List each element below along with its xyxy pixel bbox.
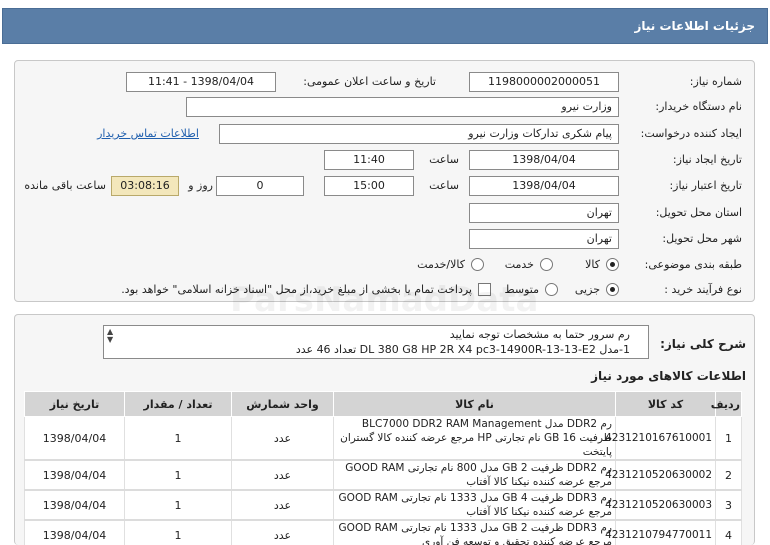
items-table: ردیف کد کالا نام کالا واحد شمارش تعداد /… — [24, 391, 742, 545]
validity-date-field[interactable]: 1398/04/04 — [469, 176, 619, 196]
need-number-field[interactable]: 1198000002000051 — [469, 72, 619, 92]
item-code: 4231210520630003 — [605, 489, 716, 521]
process-medium-label: متوسط — [504, 283, 539, 296]
category-goods-radio[interactable] — [606, 258, 619, 271]
item-unit: عدد — [231, 416, 334, 461]
items-table-header: ردیف کد کالا نام کالا واحد شمارش تعداد /… — [24, 391, 742, 417]
row-number: 4 — [715, 519, 742, 545]
item-date: 1398/04/04 — [24, 519, 125, 545]
table-row[interactable]: 2 4231210520630002 رم DDR2 ظرفیت 2 GB مد… — [24, 459, 742, 491]
item-unit: عدد — [231, 489, 334, 521]
category-label: طبقه بندی موضوعی: — [644, 258, 742, 271]
item-code: 4231210794770011 — [605, 519, 716, 545]
summary-textarea[interactable]: رم سرور حتما به مشخصات توجه نمایید 1-مدل… — [103, 325, 649, 359]
category-both-radio[interactable] — [471, 258, 484, 271]
city-label: شهر محل تحویل: — [662, 232, 742, 245]
process-partial-label: جزیی — [574, 283, 600, 296]
validity-date-label: تاریخ اعتبار نیاز: — [669, 179, 742, 192]
buyer-org-label: نام دستگاه خریدار: — [655, 100, 742, 113]
category-service-label: خدمت — [504, 258, 534, 271]
table-row[interactable]: 3 4231210520630003 رم DDR3 ظرفیت 4 GB مد… — [24, 489, 742, 521]
item-name: رم DDR2 ظرفیت 2 GB مدل 800 نام تجارتی GO… — [333, 459, 616, 491]
scroll-arrows-icon[interactable]: ▲ ▼ — [107, 328, 113, 344]
item-name: رم DDR3 ظرفیت 4 GB مدل 1333 نام تجارتی G… — [333, 489, 616, 521]
process-medium-radio[interactable] — [545, 283, 558, 296]
row-number: 2 — [715, 459, 742, 491]
col-unit: واحد شمارش — [231, 391, 334, 417]
col-qty: تعداد / مقدار — [124, 391, 232, 417]
category-goods-label: کالا — [585, 258, 600, 271]
items-section-title: اطلاعات کالاهای مورد نیاز — [591, 369, 746, 383]
item-qty: 1 — [124, 519, 232, 545]
item-qty: 1 — [124, 416, 232, 461]
col-code: کد کالا — [615, 391, 716, 417]
item-unit: عدد — [231, 519, 334, 545]
item-code: 4231210167610001 — [605, 416, 716, 461]
remaining-label: ساعت باقی مانده — [24, 179, 106, 192]
created-date-label: تاریخ ایجاد نیاز: — [672, 153, 742, 166]
page-title: جزئیات اطلاعات نیاز — [634, 19, 755, 33]
col-name: نام کالا — [333, 391, 616, 417]
item-name: رم DDR3 ظرفیت 2 GB مدل 1333 نام تجارتی G… — [333, 519, 616, 545]
col-row: ردیف — [711, 391, 742, 417]
creator-field[interactable]: پیام شکری تدارکات وزارت نیرو — [219, 124, 619, 144]
city-field[interactable]: تهران — [469, 229, 619, 249]
days-label: روز و — [188, 179, 213, 192]
page-header: جزئیات اطلاعات نیاز — [2, 8, 768, 44]
col-date: تاریخ نیاز — [24, 391, 125, 417]
created-time-label: ساعت — [429, 153, 459, 166]
created-time-field[interactable]: 11:40 — [324, 150, 414, 170]
announce-datetime-label: تاریخ و ساعت اعلان عمومی: — [303, 75, 436, 88]
category-both-label: کالا/خدمت — [417, 258, 465, 271]
creator-label: ایجاد کننده درخواست: — [640, 127, 742, 140]
announce-datetime-field[interactable]: 1398/04/04 - 11:41 — [126, 72, 276, 92]
validity-time-label: ساعت — [429, 179, 459, 192]
buyer-contact-link[interactable]: اطلاعات تماس خریدار — [97, 127, 199, 140]
remaining-time-field: 03:08:16 — [111, 176, 179, 196]
process-partial-radio[interactable] — [606, 283, 619, 296]
table-row[interactable]: 4 4231210794770011 رم DDR3 ظرفیت 2 GB مد… — [24, 519, 742, 545]
summary-line-2: 1-مدل DL 380 G8 HP 2R X4 pc3-14900R-13-1… — [295, 343, 630, 356]
summary-line-1: رم سرور حتما به مشخصات توجه نمایید — [449, 328, 630, 341]
item-qty: 1 — [124, 489, 232, 521]
row-number: 1 — [715, 416, 742, 461]
need-items-panel: شرح کلی نیاز: رم سرور حتما به مشخصات توج… — [14, 314, 755, 545]
item-unit: عدد — [231, 459, 334, 491]
province-field[interactable]: تهران — [469, 203, 619, 223]
treasury-payment-checkbox[interactable] — [478, 283, 491, 296]
province-label: استان محل تحویل: — [655, 206, 742, 219]
process-label: نوع فرآیند خرید : — [664, 283, 742, 296]
need-number-label: شماره نیاز: — [689, 75, 742, 88]
summary-label: شرح کلی نیاز: — [660, 337, 746, 351]
item-date: 1398/04/04 — [24, 416, 125, 461]
need-details-page: جزئیات اطلاعات نیاز شماره نیاز: 11980000… — [0, 0, 770, 545]
remaining-days-field[interactable]: 0 — [216, 176, 304, 196]
need-info-panel: شماره نیاز: 1198000002000051 تاریخ و ساع… — [14, 60, 755, 302]
table-row[interactable]: 1 4231210167610001 رم DDR2 مدل BLC7000 D… — [24, 416, 742, 461]
item-date: 1398/04/04 — [24, 459, 125, 491]
item-date: 1398/04/04 — [24, 489, 125, 521]
treasury-payment-note: پرداخت تمام یا بخشی از مبلغ خرید،از محل … — [121, 283, 472, 296]
category-service-radio[interactable] — [540, 258, 553, 271]
validity-time-field[interactable]: 15:00 — [324, 176, 414, 196]
item-name: رم DDR2 مدل BLC7000 DDR2 RAM Management … — [333, 416, 616, 461]
created-date-field[interactable]: 1398/04/04 — [469, 150, 619, 170]
buyer-org-field[interactable]: وزارت نیرو — [186, 97, 619, 117]
item-code: 4231210520630002 — [605, 459, 716, 491]
row-number: 3 — [715, 489, 742, 521]
item-qty: 1 — [124, 459, 232, 491]
